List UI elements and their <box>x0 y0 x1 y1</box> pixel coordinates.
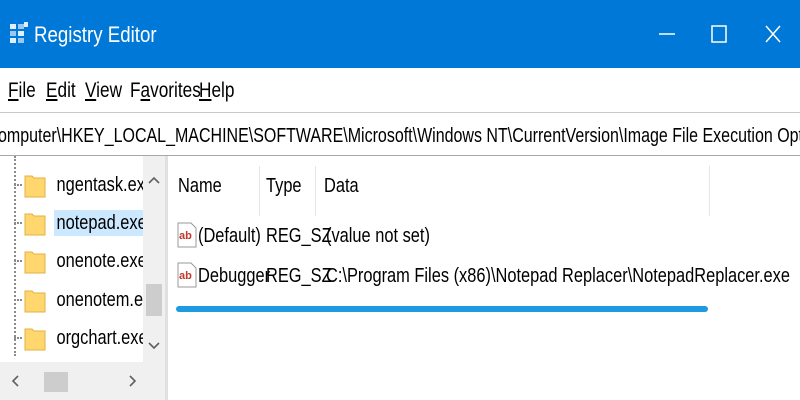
column-header-type[interactable]: Type <box>266 166 316 216</box>
scroll-thumb[interactable] <box>146 284 162 316</box>
column-header-data[interactable]: Data <box>324 166 704 216</box>
tree-item-label: notepad.exe <box>54 210 150 236</box>
maximize-icon <box>711 25 727 43</box>
tree-horizontal-scrollbar[interactable] <box>0 362 165 400</box>
chevron-left-icon <box>11 375 19 387</box>
string-value-icon: ab <box>177 222 197 248</box>
address-bar[interactable]: omputer\HKEY_LOCAL_MACHINE\SOFTWARE\Micr… <box>0 112 800 156</box>
tree-item-onenote[interactable]: onenote.exe <box>14 244 147 278</box>
scroll-down-button[interactable] <box>143 336 165 356</box>
address-path[interactable]: omputer\HKEY_LOCAL_MACHINE\SOFTWARE\Micr… <box>0 123 800 149</box>
folder-icon <box>24 290 46 313</box>
value-data: C:\Program Files (x86)\Notepad Replacer\… <box>326 265 790 287</box>
tree-item-onenotem[interactable]: onenotem.exe <box>14 283 160 317</box>
menu-file[interactable]: File <box>8 78 36 104</box>
folder-icon <box>24 328 46 351</box>
highlight-underline <box>176 306 708 312</box>
tree-connector <box>14 222 22 224</box>
value-name: Debugger <box>198 265 271 287</box>
registry-editor-icon <box>10 22 28 43</box>
tree-connector <box>14 299 22 301</box>
menu-edit[interactable]: Edit <box>46 78 76 104</box>
folder-icon <box>24 175 46 198</box>
value-name: (Default) <box>198 225 261 247</box>
tree-item-notepad[interactable]: notepad.exe <box>14 206 150 240</box>
menu-help[interactable]: Help <box>199 78 234 104</box>
column-divider[interactable] <box>709 166 710 216</box>
folder-icon <box>24 213 46 236</box>
tree-connector <box>14 260 22 262</box>
minimize-icon <box>659 33 675 35</box>
column-divider[interactable] <box>259 166 260 216</box>
scroll-left-button[interactable] <box>6 370 24 392</box>
minimize-button[interactable] <box>640 0 694 68</box>
close-icon <box>765 25 781 43</box>
tree-connector <box>14 337 22 339</box>
chevron-down-icon <box>148 342 160 350</box>
title-bar[interactable]: Registry Editor <box>0 0 800 68</box>
tree-connector <box>14 184 22 186</box>
value-row-debugger[interactable]: ab Debugger REG_SZ C:\Program Files (x86… <box>172 258 790 292</box>
maximize-button[interactable] <box>692 0 746 68</box>
svg-text:ab: ab <box>179 270 192 282</box>
tree-item-ngentask[interactable]: ngentask.exe <box>14 168 154 202</box>
value-type: REG_SZ <box>266 265 332 287</box>
tree-item-label: onenote.exe <box>56 250 147 272</box>
window-title: Registry Editor <box>34 22 157 47</box>
svg-text:ab: ab <box>179 230 192 242</box>
tree-item-label: orgchart.exe <box>56 327 148 349</box>
scroll-up-button[interactable] <box>143 170 165 190</box>
scroll-thumb[interactable] <box>44 372 68 392</box>
value-type: REG_SZ <box>266 225 332 247</box>
scroll-right-button[interactable] <box>124 370 142 392</box>
value-data: (value not set) <box>326 225 430 247</box>
menu-view[interactable]: View <box>85 78 122 104</box>
folder-icon <box>24 251 46 274</box>
chevron-up-icon <box>148 176 160 184</box>
tree-item-orgchart[interactable]: orgchart.exe <box>14 321 148 355</box>
column-header-name[interactable]: Name <box>178 166 260 216</box>
close-button[interactable] <box>746 0 800 68</box>
values-pane[interactable]: Name Type Data ab (Default) REG_SZ (valu… <box>168 156 800 400</box>
column-divider[interactable] <box>315 166 316 216</box>
tree-vertical-scrollbar[interactable] <box>143 156 165 362</box>
string-value-icon: ab <box>177 262 197 288</box>
value-row-default[interactable]: ab (Default) REG_SZ (value not set) <box>172 218 732 252</box>
menu-bar: File Edit View Favorites Help <box>0 68 800 112</box>
chevron-right-icon <box>129 375 137 387</box>
menu-favorites[interactable]: Favorites <box>130 78 201 104</box>
tree-item-label: ngentask.exe <box>56 174 155 196</box>
